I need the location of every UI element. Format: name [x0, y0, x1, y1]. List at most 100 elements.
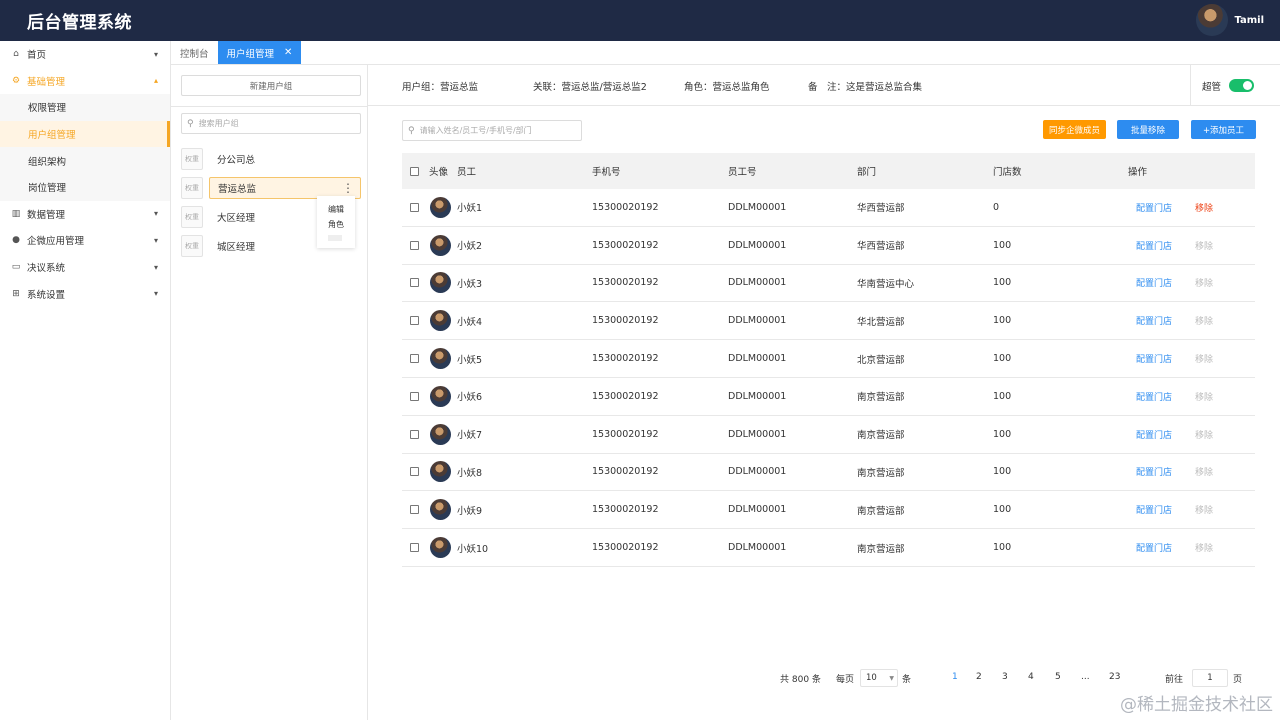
page-ellipsis[interactable]: ... [1081, 672, 1090, 682]
gear-icon: ⚙ [11, 75, 21, 86]
sidebar-item-resolution[interactable]: ▭ 决议系统 ▾ [0, 254, 170, 281]
page-number[interactable]: 4 [1028, 672, 1034, 682]
employee-stores: 100 [993, 428, 1012, 440]
row-checkbox[interactable] [410, 429, 419, 439]
superadmin-label: 超管 [1202, 81, 1222, 93]
remove-link[interactable]: 移除 [1195, 428, 1213, 441]
remove-link[interactable]: 移除 [1195, 276, 1213, 289]
group-name[interactable]: 分公司总 [209, 148, 361, 170]
remove-link[interactable]: 移除 [1195, 390, 1213, 403]
config-stores-link[interactable]: 配置门店 [1136, 465, 1172, 478]
page-number[interactable]: 2 [976, 672, 982, 682]
batch-remove-button[interactable]: 批量移除 [1117, 120, 1179, 139]
jump-label: 前往 [1165, 675, 1184, 685]
page-number[interactable]: 1 [952, 672, 958, 682]
sidebar-item-permissions[interactable]: 权限管理 [0, 94, 170, 121]
config-stores-link[interactable]: 配置门店 [1136, 239, 1172, 252]
sidebar-item-home[interactable]: ⌂ 首页 ▾ [0, 41, 170, 68]
perm-badge[interactable]: 权重 [181, 176, 203, 199]
row-checkbox[interactable] [410, 202, 419, 212]
page-number[interactable]: 5 [1055, 672, 1061, 682]
info-group: 用户组：营运总监 [402, 79, 478, 93]
employee-phone: 15300020192 [592, 353, 659, 365]
new-group-button[interactable]: 新建用户组 [181, 75, 361, 96]
sidebar-item-positions[interactable]: 岗位管理 [0, 174, 170, 201]
remove-link[interactable]: 移除 [1195, 201, 1213, 214]
row-checkbox[interactable] [410, 391, 419, 401]
sidebar-item-settings[interactable]: ⊞ 系统设置 ▾ [0, 280, 170, 307]
ctx-edit[interactable]: 编辑 [328, 202, 355, 217]
select-all-checkbox[interactable] [410, 166, 419, 176]
config-stores-link[interactable]: 配置门店 [1136, 352, 1172, 365]
user-avatar[interactable] [1196, 4, 1229, 36]
remove-link[interactable]: 移除 [1195, 352, 1213, 365]
sidebar-item-basic[interactable]: ⚙ 基础管理 ▴ [0, 68, 170, 95]
employee-dept: 华西营运部 [857, 203, 905, 215]
config-stores-link[interactable]: 配置门店 [1136, 541, 1172, 554]
tab-user-groups[interactable]: 用户组管理 ✕ [217, 41, 302, 64]
employee-name: 小妖5 [457, 354, 483, 366]
info-value: 营运总监/营运总监2 [561, 82, 647, 93]
sync-wecom-button[interactable]: 同步企微成员 [1043, 120, 1106, 139]
group-search-input[interactable]: ⚲ 搜索用户组 [181, 113, 361, 134]
row-checkbox[interactable] [410, 543, 419, 553]
ctx-role[interactable]: 角色 [328, 217, 355, 232]
employee-search-input[interactable]: ⚲ 请输入姓名/员工号/手机号/部门 [402, 120, 582, 141]
group-item[interactable]: 权重 分公司总 [181, 147, 361, 170]
table-header: 头像 员工 手机号 员工号 部门 门店数 操作 [402, 153, 1255, 189]
chevron-down-icon: ▾ [153, 262, 158, 272]
config-stores-link[interactable]: 配置门店 [1136, 503, 1172, 516]
row-checkbox[interactable] [410, 316, 419, 326]
row-checkbox[interactable] [410, 354, 419, 364]
row-checkbox[interactable] [410, 505, 419, 515]
home-icon: ⌂ [13, 49, 19, 60]
ctx-placeholder[interactable] [328, 235, 342, 241]
sidebar-item-org-structure[interactable]: 组织架构 [0, 147, 170, 174]
group-search-placeholder: 搜索用户组 [198, 119, 239, 128]
page-size-unit: 条 [902, 675, 912, 685]
chat-icon: ● [12, 235, 20, 246]
user-menu[interactable]: Tamil [1196, 4, 1264, 36]
jump-page-input[interactable]: 1 [1192, 669, 1228, 687]
config-stores-link[interactable]: 配置门店 [1136, 276, 1172, 289]
group-panel: 新建用户组 ⚲ 搜索用户组 权重 分公司总 权重 营运总监 ⋮ 权重 大区经理 … [171, 65, 368, 720]
perm-badge[interactable]: 权重 [181, 205, 203, 228]
row-checkbox[interactable] [410, 278, 419, 288]
add-employee-button[interactable]: +添加员工 [1191, 120, 1256, 139]
employee-avatar [430, 348, 451, 370]
tab-console[interactable]: 控制台 [171, 41, 218, 64]
row-checkbox[interactable] [410, 240, 419, 250]
board-icon: ▭ [11, 262, 21, 273]
header-ops: 操作 [1128, 167, 1148, 178]
employee-phone: 15300020192 [592, 466, 659, 478]
row-checkbox[interactable] [410, 467, 419, 477]
sidebar-item-data[interactable]: ▥ 数据管理 ▾ [0, 201, 170, 228]
page-size-select[interactable]: 10 ▼ [860, 669, 898, 687]
info-label: 角色： [684, 82, 713, 93]
perm-badge[interactable]: 权重 [181, 147, 203, 170]
config-stores-link[interactable]: 配置门店 [1136, 390, 1172, 403]
employee-avatar [430, 272, 451, 294]
chevron-up-icon: ▴ [153, 76, 158, 86]
perm-badge[interactable]: 权重 [181, 234, 203, 257]
config-stores-link[interactable]: 配置门店 [1136, 428, 1172, 441]
page-number[interactable]: 3 [1002, 672, 1008, 682]
page-number[interactable]: 23 [1109, 672, 1120, 682]
sidebar-item-user-groups[interactable]: 用户组管理 [0, 120, 170, 148]
remove-link[interactable]: 移除 [1195, 465, 1213, 478]
sidebar-item-label: 基础管理 [27, 76, 66, 88]
more-vertical-icon[interactable]: ⋮ [342, 181, 354, 195]
config-stores-link[interactable]: 配置门店 [1136, 314, 1172, 327]
user-name[interactable]: Tamil [1234, 15, 1264, 26]
remove-link[interactable]: 移除 [1195, 314, 1213, 327]
superadmin-switch[interactable] [1229, 79, 1255, 92]
sidebar-item-wecom[interactable]: ● 企微应用管理 ▾ [0, 227, 170, 254]
config-stores-link[interactable]: 配置门店 [1136, 201, 1172, 214]
close-icon[interactable]: ✕ [284, 47, 292, 58]
remove-link[interactable]: 移除 [1195, 239, 1213, 252]
remove-link[interactable]: 移除 [1195, 541, 1213, 554]
employee-number: DDLM00001 [728, 504, 787, 516]
remove-link[interactable]: 移除 [1195, 503, 1213, 516]
employee-name: 小妖8 [457, 467, 483, 479]
employee-dept: 北京营运部 [857, 354, 905, 366]
